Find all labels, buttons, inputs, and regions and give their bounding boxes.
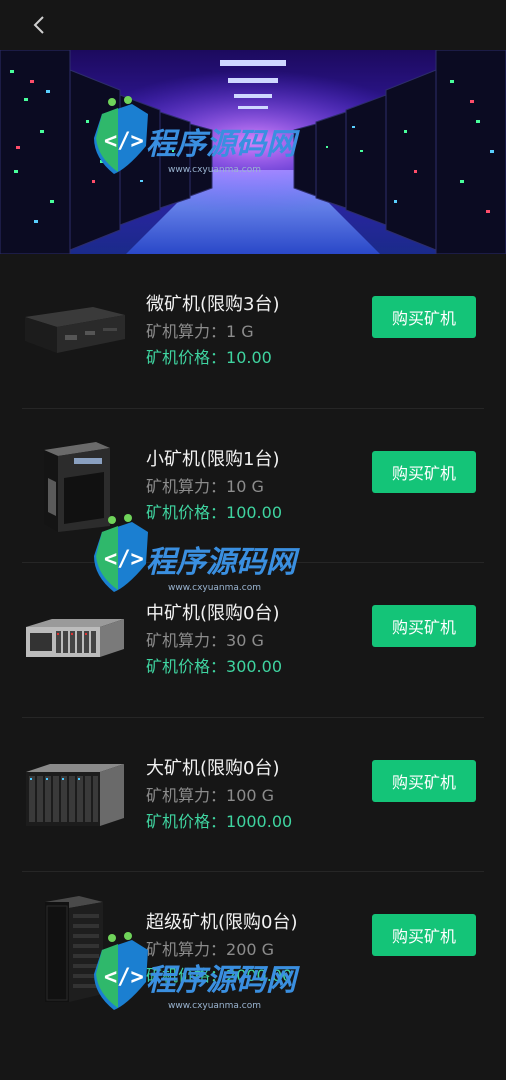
miner-price: 矿机价格：10.00 [146, 348, 272, 367]
miner-name: 超级矿机(限购0台) [146, 912, 298, 933]
buy-miner-button[interactable]: 购买矿机 [372, 605, 476, 647]
top-bar [0, 0, 506, 50]
miner-price: 矿机价格：100.00 [146, 502, 282, 522]
blade-server-image [18, 740, 130, 850]
miner-power: 矿机算力：200 G [146, 940, 275, 959]
miner-item: 中矿机(限购0台) 矿机算力：30 G 矿机价格：300.00 购买矿机 [22, 563, 484, 718]
miner-price: 矿机价格：300.00 [146, 657, 282, 676]
banner-image [0, 50, 506, 254]
miner-name: 中矿机(限购0台) [146, 603, 280, 624]
server-cabinet-image [18, 894, 130, 1004]
buy-miner-button[interactable]: 购买矿机 [372, 914, 476, 956]
miner-power: 矿机算力：10 G [146, 476, 264, 496]
chevron-left-icon[interactable] [26, 10, 52, 40]
buy-miner-button[interactable]: 购买矿机 [372, 296, 476, 338]
miner-item: 微矿机(限购3台) 矿机算力：1 G 矿机价格：10.00 购买矿机 [22, 254, 484, 409]
miner-name: 小矿机(限购1台) [146, 448, 280, 470]
miner-list: 微矿机(限购3台) 矿机算力：1 G 矿机价格：10.00 购买矿机 小矿机(限… [0, 254, 506, 1027]
miner-item: 大矿机(限购0台) 矿机算力：100 G 矿机价格：1000.00 购买矿机 [22, 718, 484, 872]
buy-miner-button[interactable]: 购买矿机 [372, 450, 476, 493]
miner-price: 矿机价格：1000.00 [146, 811, 293, 831]
miner-price: 矿机价格：2000.00 [146, 966, 293, 985]
small-box-server-image [18, 276, 130, 386]
miner-power: 矿机算力：30 G [146, 631, 264, 650]
miner-name: 微矿机(限购3台) [146, 294, 280, 315]
rack-server-image [18, 585, 130, 695]
tower-server-image [18, 431, 130, 541]
miner-power: 矿机算力：1 G [146, 322, 254, 341]
buy-miner-button[interactable]: 购买矿机 [372, 759, 476, 802]
miner-item: 超级矿机(限购0台) 矿机算力：200 G 矿机价格：2000.00 购买矿机 [22, 872, 484, 1027]
miner-item: 小矿机(限购1台) 矿机算力：10 G 矿机价格：100.00 购买矿机 [22, 409, 484, 563]
miner-power: 矿机算力：100 G [146, 785, 275, 805]
miner-name: 大矿机(限购0台) [146, 757, 280, 779]
